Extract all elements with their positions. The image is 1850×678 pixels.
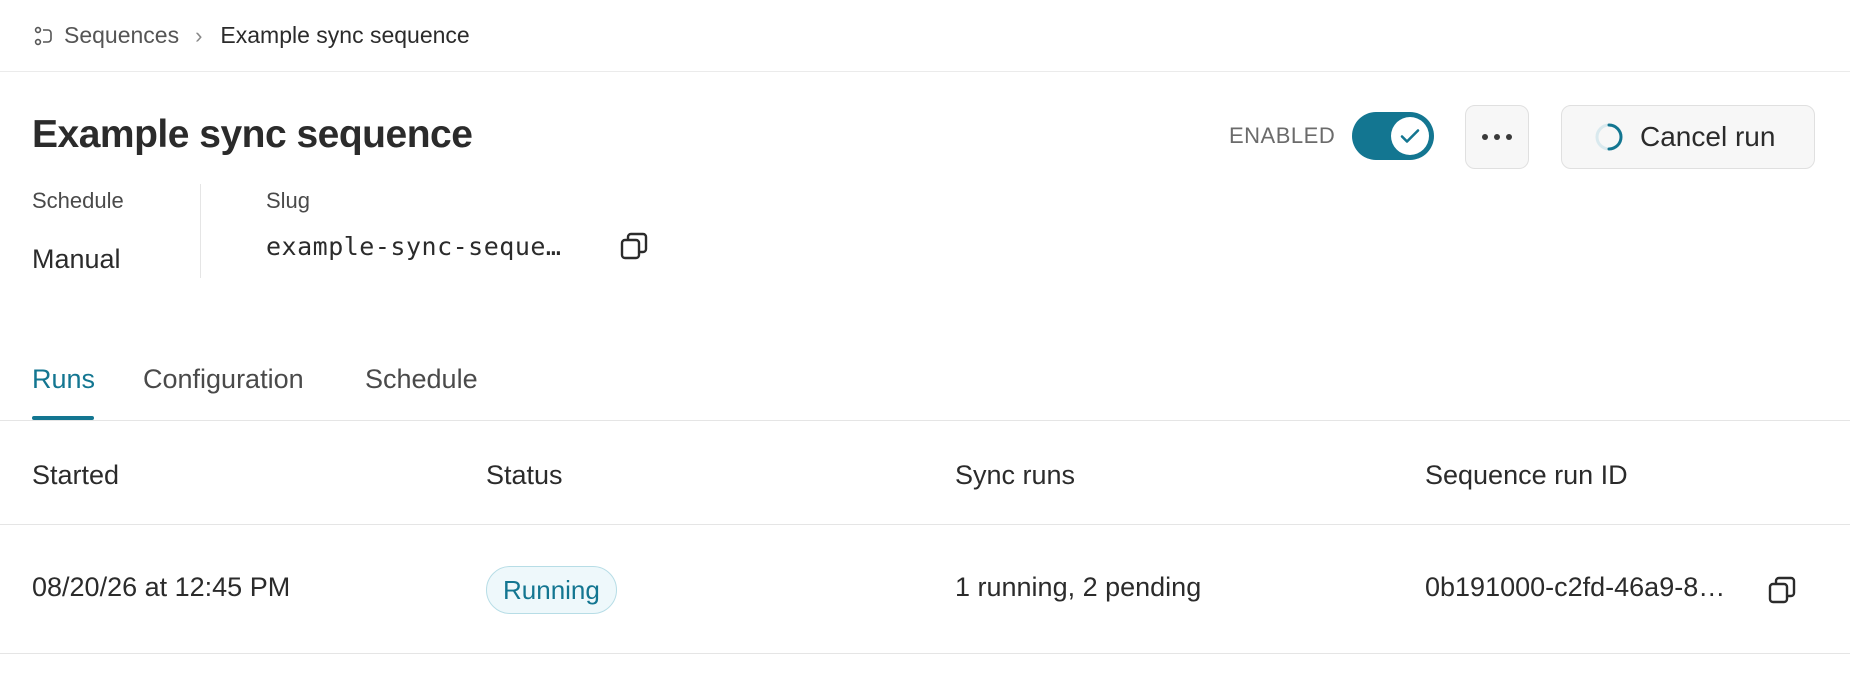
column-header-status: Status — [486, 460, 563, 490]
column-header-sync-runs: Sync runs — [955, 460, 1076, 490]
more-dot — [1494, 134, 1500, 140]
sequence-icon — [34, 26, 54, 46]
schedule-label: Schedule — [32, 188, 124, 213]
row-sync-runs: 1 running, 2 pending — [955, 572, 1202, 602]
row-run-id: 0b191000-c2fd-46a9-8… — [1425, 572, 1726, 602]
spinner-icon — [1594, 122, 1624, 152]
tab-active-indicator — [32, 416, 94, 420]
copy-slug-icon[interactable] — [618, 230, 650, 262]
tabs: Runs Configuration Schedule — [0, 352, 1850, 421]
slug-label: Slug — [266, 188, 311, 213]
tab-configuration[interactable]: Configuration — [143, 364, 304, 395]
cancel-run-button[interactable]: Cancel run — [1561, 105, 1815, 169]
toggle-knob — [1391, 117, 1429, 155]
breadcrumb-sequences-link[interactable]: Sequences — [64, 22, 179, 49]
status-badge: Running — [486, 566, 617, 614]
more-options-button[interactable] — [1465, 105, 1529, 169]
column-header-started: Started — [32, 460, 120, 490]
tab-runs[interactable]: Runs — [32, 364, 95, 395]
table-row[interactable]: 08/20/26 at 12:45 PM Running 1 running, … — [0, 526, 1850, 654]
more-dots-icon — [1482, 134, 1488, 140]
breadcrumb-current: Example sync sequence — [220, 22, 470, 48]
table-header: Started Status Sync runs Sequence run ID — [0, 422, 1850, 525]
copy-run-id-icon[interactable] — [1766, 574, 1798, 606]
cancel-run-label: Cancel run — [1640, 121, 1776, 152]
page-title: Example sync sequence — [32, 113, 473, 156]
chevron-right-icon: › — [195, 22, 203, 48]
breadcrumb: Sequences › Example sync sequence — [0, 0, 1850, 72]
column-header-sequence-run-id: Sequence run ID — [1425, 460, 1628, 490]
slug-value: example-sync-seque… — [266, 232, 562, 261]
more-dot — [1506, 134, 1512, 140]
schedule-value: Manual — [32, 244, 121, 274]
enabled-toggle[interactable] — [1352, 112, 1434, 160]
tab-schedule[interactable]: Schedule — [365, 364, 478, 395]
row-started: 08/20/26 at 12:45 PM — [32, 572, 291, 602]
meta-divider — [200, 184, 201, 278]
check-icon — [1400, 129, 1420, 143]
enabled-label: ENABLED — [1229, 123, 1336, 148]
